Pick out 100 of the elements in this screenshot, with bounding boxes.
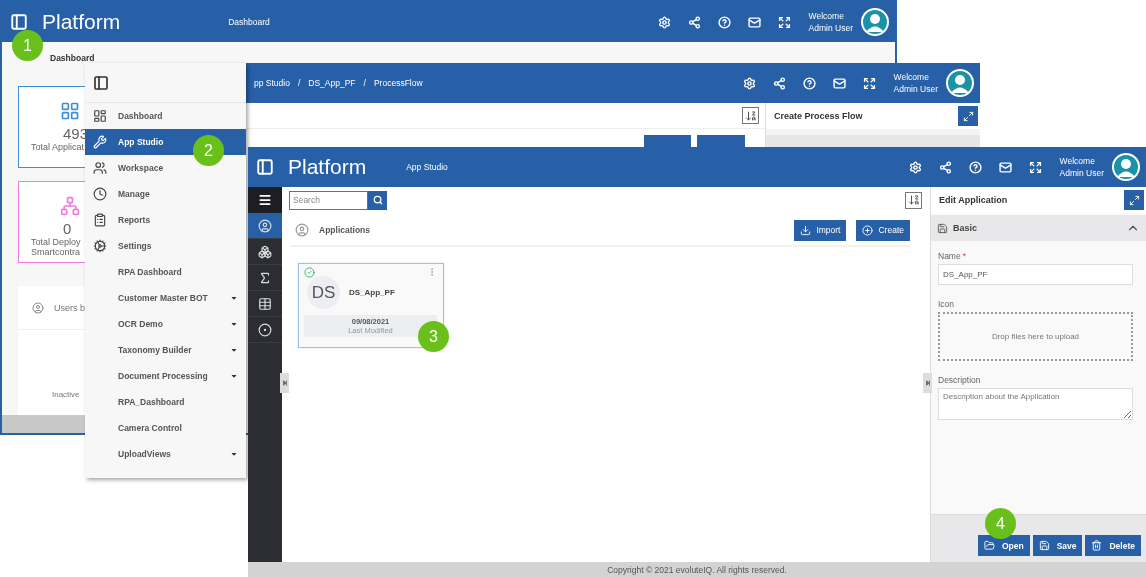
expand-button[interactable]: [958, 106, 978, 126]
avatar-icon[interactable]: [946, 69, 974, 97]
breadcrumb-link[interactable]: pp Studio: [254, 78, 290, 88]
menu-toggle-icon[interactable]: [93, 74, 109, 91]
avatar-icon[interactable]: [861, 8, 889, 36]
menu-item[interactable]: Camera Control: [85, 415, 246, 441]
clipboard-icon: [93, 213, 107, 227]
trash-icon: [1091, 540, 1103, 551]
name-field[interactable]: DS_App_PF: [938, 264, 1133, 285]
mail-icon[interactable]: [832, 76, 846, 90]
cubes-icon: [258, 244, 272, 259]
sidebar-toggle-icon[interactable]: [256, 158, 274, 176]
menu-item[interactable]: OCR Demo: [85, 311, 246, 337]
mail-icon[interactable]: [998, 160, 1012, 174]
action-button[interactable]: Import: [794, 219, 847, 241]
panel-title: Create Process Flow: [774, 111, 863, 121]
settings-icon[interactable]: [657, 15, 671, 29]
step-forward-icon: [924, 380, 931, 386]
menu-item[interactable]: UploadViews: [85, 441, 246, 467]
search-button[interactable]: [368, 190, 387, 210]
breadcrumb-link[interactable]: DS_App_PF: [308, 78, 356, 88]
welcome-text: Welcome: [893, 71, 930, 83]
mail-icon[interactable]: [747, 15, 761, 29]
user-circle-icon: [258, 218, 272, 233]
step-forward-icon: [281, 380, 288, 386]
grid-icon: [60, 101, 80, 121]
sort-button[interactable]: [742, 107, 759, 124]
share-icon[interactable]: [687, 15, 701, 29]
caret-icon: [230, 346, 238, 354]
menu-item[interactable]: RPA Dashboard: [85, 259, 246, 285]
menu-item[interactable]: Document Processing: [85, 363, 246, 389]
save-icon: [1038, 540, 1050, 551]
user-name: Admin User: [808, 22, 853, 34]
sidebar-item[interactable]: [248, 213, 282, 239]
table-icon: [258, 296, 272, 311]
menu-icon[interactable]: [258, 193, 272, 207]
expand-button[interactable]: [1124, 190, 1144, 210]
section-title: Basic: [953, 223, 979, 233]
settings-icon[interactable]: [742, 76, 756, 90]
sidebar-toggle-icon[interactable]: [10, 13, 28, 31]
page-title: App Studio: [406, 162, 448, 172]
user-name: Admin User: [1059, 167, 1104, 179]
stat-label: Total Deploy: [31, 237, 81, 247]
panel-button[interactable]: Delete: [1085, 535, 1141, 556]
avatar-icon[interactable]: [1112, 153, 1140, 181]
help-icon[interactable]: [968, 160, 982, 174]
search-icon: [372, 195, 383, 205]
chart-label: Inactive: [52, 390, 80, 399]
user-circle-icon: [32, 299, 44, 316]
caret-icon: [230, 294, 238, 302]
expand-icon: [962, 110, 974, 122]
fullscreen-icon[interactable]: [777, 15, 791, 29]
section-header[interactable]: Basic: [931, 215, 1146, 241]
menu-item[interactable]: RPA_Dashboard: [85, 389, 246, 415]
circle-icon: [258, 322, 272, 337]
breadcrumb: Dashboard: [50, 53, 95, 63]
stat-label: Total Applicat: [31, 142, 85, 152]
plus-circle-icon: [862, 224, 874, 236]
menu-item[interactable]: Taxonomy Builder: [85, 337, 246, 363]
drop-zone[interactable]: Drop files here to upload: [938, 312, 1133, 361]
share-icon[interactable]: [772, 76, 786, 90]
users-icon: [93, 161, 107, 175]
wrench-icon: [93, 135, 107, 149]
network-icon: [60, 196, 80, 216]
collapse-handle[interactable]: [280, 373, 289, 393]
help-icon[interactable]: [802, 76, 816, 90]
caret-icon: [230, 372, 238, 380]
panel-title: Edit Application: [939, 195, 1008, 205]
download-icon: [800, 224, 812, 236]
search-field[interactable]: Search: [289, 190, 368, 210]
expand-icon: [1128, 194, 1140, 206]
page-title: Dashboard: [228, 17, 270, 27]
menu-item[interactable]: Settings: [85, 233, 246, 259]
settings-icon[interactable]: [908, 160, 922, 174]
field-label: Description: [938, 375, 982, 385]
breadcrumb-separator: /: [363, 78, 366, 88]
sort-icon: [907, 194, 920, 206]
description-field[interactable]: Description about the Application: [938, 388, 1133, 420]
collapse-handle[interactable]: [923, 373, 932, 393]
fullscreen-icon[interactable]: [862, 76, 876, 90]
panel-button[interactable]: Save: [1032, 535, 1083, 556]
gears-icon: [93, 239, 107, 253]
action-button[interactable]: Create: [856, 219, 910, 241]
menu-item[interactable]: Customer Master BOT: [85, 285, 246, 311]
breadcrumb-link[interactable]: ProcessFlow: [373, 78, 423, 88]
panel-button[interactable]: Open: [977, 535, 1030, 556]
welcome-text: Welcome: [1059, 155, 1096, 167]
breadcrumb-separator: /: [297, 78, 301, 88]
form-icon: [937, 222, 948, 234]
fullscreen-icon[interactable]: [1028, 160, 1042, 174]
share-icon[interactable]: [938, 160, 952, 174]
help-icon[interactable]: [717, 15, 731, 29]
app-title: Platform: [288, 155, 367, 179]
menu-item[interactable]: Dashboard: [85, 103, 246, 129]
sort-button[interactable]: [905, 191, 922, 209]
welcome-text: Welcome: [808, 10, 845, 22]
menu-item[interactable]: Reports: [85, 207, 246, 233]
menu-item[interactable]: Manage: [85, 181, 246, 207]
user-name: Admin User: [893, 83, 938, 95]
dashboard-icon: [93, 109, 107, 123]
